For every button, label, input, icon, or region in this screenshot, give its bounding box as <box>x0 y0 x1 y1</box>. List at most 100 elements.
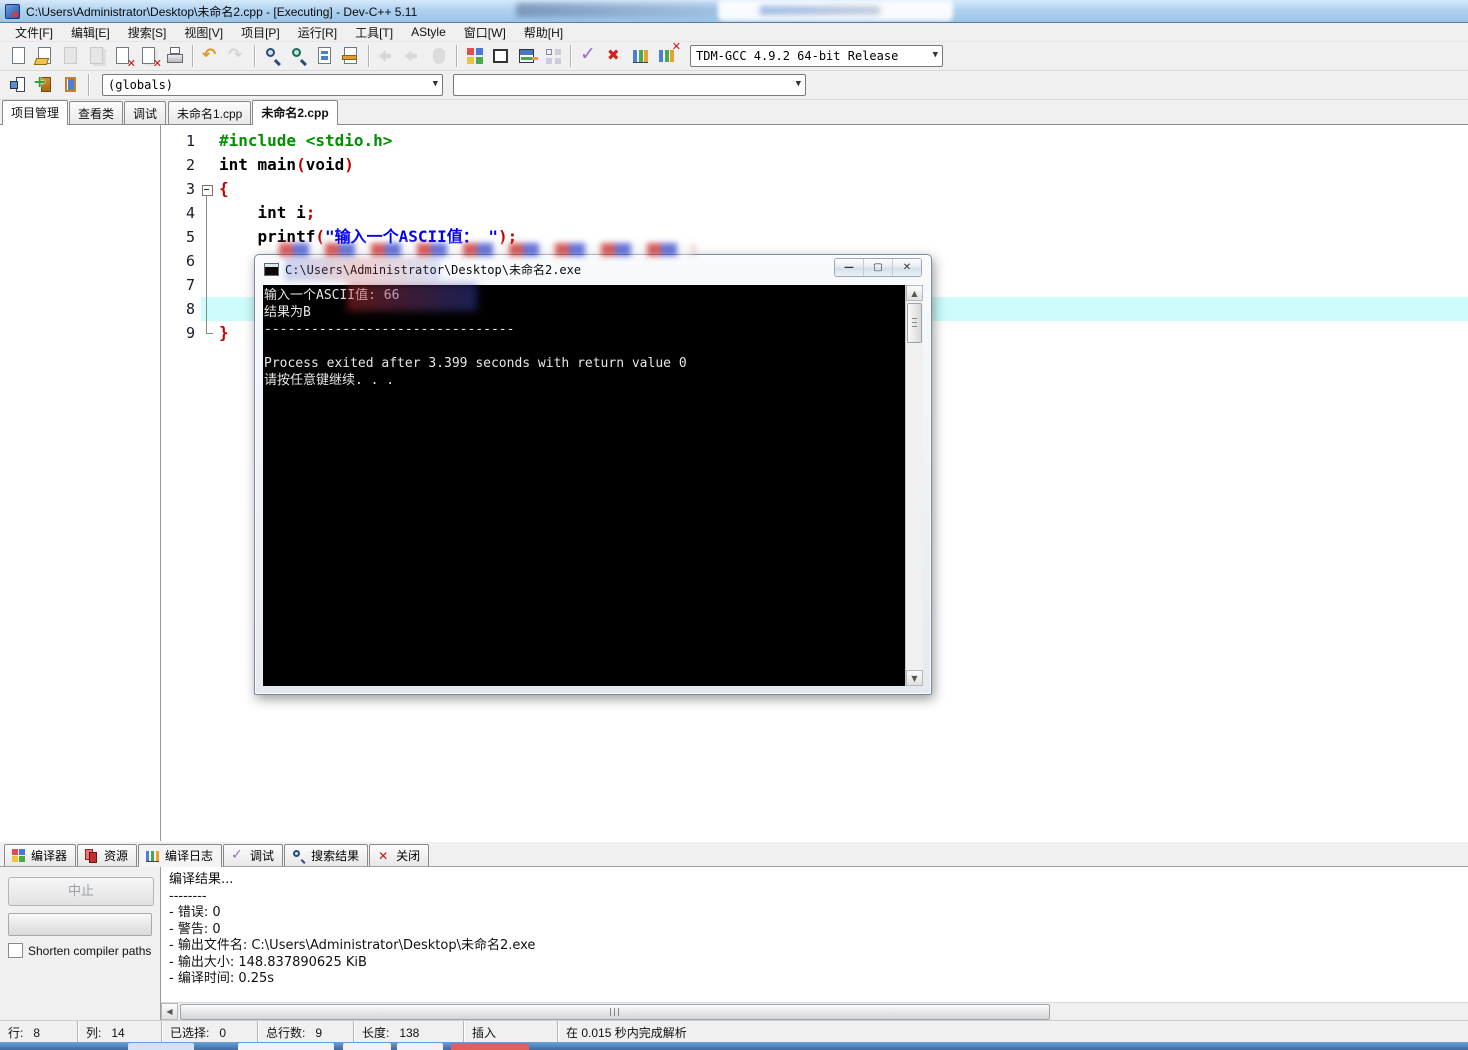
log-line: - 编译时间: 0.25s <box>169 971 275 986</box>
panel-tab[interactable]: 调试 <box>124 101 167 124</box>
code-line[interactable]: 4 int i; <box>161 201 1468 225</box>
compile-log[interactable]: 编译结果... -------- - 错误: 0- 警告: 0- 输出文件名: C:… <box>161 867 1468 1020</box>
editor-tabs: 未命名1.cpp 未命名2.cpp <box>162 100 339 125</box>
status-field: 列: 14 <box>78 1021 162 1042</box>
toolbar-separator <box>254 45 256 67</box>
bottom-tab-label: 调试 <box>250 849 275 863</box>
find-in-files-icon[interactable] <box>287 44 311 68</box>
goto-line-icon[interactable] <box>339 44 363 68</box>
taskbar-button[interactable] <box>128 1043 194 1050</box>
close-all-icon[interactable] <box>137 44 162 70</box>
taskbar-button[interactable] <box>451 1043 529 1050</box>
bottom-tab[interactable]: 编译器 <box>4 844 77 866</box>
menu-item[interactable]: 工具[T] <box>346 23 402 42</box>
console-line: Process exited after 3.399 seconds with … <box>264 356 687 371</box>
console-client[interactable]: 输入一个ASCII值: 66 结果为B ----------------------… <box>263 285 923 686</box>
scrollbar-thumb[interactable] <box>907 303 922 343</box>
code-line[interactable]: 3{ <box>161 177 1468 201</box>
code-editor[interactable]: 1 #include <stdio.h> 2 int main(void) 3{4 in… <box>161 125 1468 841</box>
chevron-down-icon: ▼ <box>932 50 938 60</box>
close-file-icon[interactable] <box>111 44 136 70</box>
project-options-icon[interactable] <box>515 44 539 68</box>
taskbar-button[interactable] <box>397 1043 443 1050</box>
bottom-tab[interactable]: 搜索结果 <box>284 844 369 866</box>
editor-tab[interactable]: 未命名1.cpp <box>168 101 252 124</box>
menu-item[interactable]: 文件[F] <box>6 23 62 42</box>
compile-controls: 中止 Shorten compiler paths <box>0 867 161 1020</box>
log-line: - 输出文件名: C:\Users\Administrator\Desktop\… <box>169 938 536 953</box>
members-select[interactable]: ▼ <box>453 74 806 96</box>
blur-artifact <box>718 0 953 21</box>
code-text: printf("输入一个ASCII值： "); <box>219 227 518 246</box>
code-line[interactable]: 2 int main(void) <box>161 153 1468 177</box>
bottom-tab[interactable]: 调试 <box>223 844 284 866</box>
menubar: 文件[F] 编辑[E] 搜索[S] 视图[V] 项目[P] 运行[R] 工具[T] AStyl… <box>0 23 1468 42</box>
panel-tab[interactable]: 查看类 <box>69 101 124 124</box>
console-window[interactable]: C:\Users\Administrator\Desktop\未命名2.exe … <box>254 254 932 695</box>
find-icon[interactable] <box>261 44 285 68</box>
taskbar-button[interactable] <box>343 1043 391 1050</box>
new-project-icon[interactable] <box>463 44 487 68</box>
close-icon[interactable]: ✕ <box>892 259 921 276</box>
code-line[interactable]: 5 printf("输入一个ASCII值： "); <box>161 225 1468 249</box>
console-scrollbar[interactable]: ▲ ▼ <box>905 285 923 686</box>
undo-icon[interactable] <box>199 44 223 68</box>
goto-bookmark-icon[interactable] <box>59 73 83 97</box>
menu-item[interactable]: 项目[P] <box>232 23 289 42</box>
menu-item[interactable]: AStyle <box>402 24 455 40</box>
line-number: 6 <box>185 252 195 270</box>
bottom-tab-label: 资源 <box>104 849 129 863</box>
console-line: 请按任意键继续. . . <box>264 373 395 388</box>
bottom-tabs: 编译器 资源 编译日志 调试 搜索结果 关闭 <box>0 841 1468 867</box>
run-icon <box>401 44 425 68</box>
insert-icon[interactable] <box>7 73 31 97</box>
chevron-down-icon: ▼ <box>432 79 438 89</box>
bottom-tab[interactable]: 编译日志 <box>138 844 223 867</box>
editor-tab[interactable]: 未命名2.cpp <box>252 100 338 125</box>
project-panel[interactable] <box>0 125 161 841</box>
project-properties-icon[interactable] <box>489 44 513 68</box>
replace-icon[interactable] <box>313 44 337 68</box>
compiler-select[interactable]: TDM-GCC 4.9.2 64-bit Release ▼ <box>690 45 943 67</box>
tab-row: 项目管理 查看类 调试 未命名1.cpp 未命名2.cpp <box>0 100 1468 125</box>
new-file-icon[interactable] <box>7 44 31 68</box>
menu-item[interactable]: 编辑[E] <box>62 23 119 42</box>
bottom-tab[interactable]: 资源 <box>77 844 138 866</box>
scrollbar-thumb[interactable] <box>180 1004 1050 1020</box>
save-all-icon <box>85 44 109 68</box>
minimize-icon[interactable]: — <box>835 259 863 276</box>
print-icon[interactable] <box>163 44 187 68</box>
toolbar-separator <box>456 45 458 67</box>
redo-icon <box>225 44 249 68</box>
scroll-down-icon[interactable]: ▼ <box>906 670 923 686</box>
menu-item[interactable]: 运行[R] <box>289 23 346 42</box>
package-manager-icon[interactable] <box>541 44 565 68</box>
rebuild-icon <box>427 44 451 68</box>
bottom-tab-label: 搜索结果 <box>311 849 360 863</box>
abort-compilation-icon[interactable] <box>603 44 627 68</box>
scroll-left-icon[interactable]: ◀ <box>161 1003 178 1020</box>
globals-select[interactable]: (globals) ▼ <box>102 74 443 96</box>
menu-item[interactable]: 搜索[S] <box>119 23 176 42</box>
bottom-tab[interactable]: 关闭 <box>369 844 430 866</box>
open-file-icon[interactable] <box>33 44 57 68</box>
code-line[interactable]: 1 #include <stdio.h> <box>161 129 1468 153</box>
nav-toolbar: (globals) ▼ ▼ <box>0 71 1468 100</box>
add-bookmark-icon[interactable] <box>33 73 57 97</box>
console-titlebar[interactable]: C:\Users\Administrator\Desktop\未命名2.exe <box>255 255 931 284</box>
panel-tab[interactable]: 项目管理 <box>2 100 69 125</box>
menu-item[interactable]: 帮助[H] <box>515 23 572 42</box>
compile-log-text: 编译结果... -------- - 错误: 0- 警告: 0- 输出文件名: C:… <box>169 872 1468 988</box>
profile-icon[interactable] <box>629 44 653 68</box>
scroll-up-icon[interactable]: ▲ <box>906 285 923 301</box>
menu-item[interactable]: 窗口[W] <box>455 23 515 42</box>
shorten-paths-option[interactable]: Shorten compiler paths <box>8 943 151 958</box>
console-window-buttons: — ▢ ✕ <box>834 258 922 277</box>
syntax-check-icon[interactable] <box>577 42 601 68</box>
shorten-paths-checkbox[interactable] <box>8 943 23 958</box>
log-horizontal-scrollbar[interactable]: ◀ <box>161 1002 1468 1020</box>
menu-item[interactable]: 视图[V] <box>175 23 232 42</box>
delete-profiling-icon[interactable] <box>655 40 681 68</box>
taskbar-button[interactable] <box>238 1043 334 1050</box>
restore-icon[interactable]: ▢ <box>863 259 892 276</box>
